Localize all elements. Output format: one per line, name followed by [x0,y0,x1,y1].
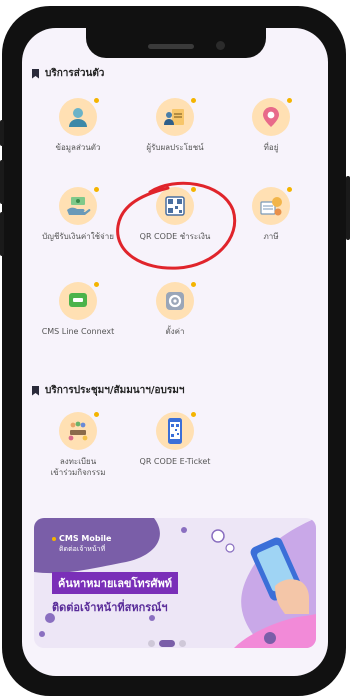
beneficiary-document-icon [156,98,196,136]
app-screen: บริการส่วนตัว ข้อมูลส่วนตัว ผู้รับผลประโ… [22,28,328,676]
line-chat-icon [59,282,99,320]
carousel-dot[interactable] [179,640,186,647]
tile-event-registration-label-line2: เข้าร่วมกิจกรรม [50,468,106,477]
tile-eticket[interactable]: QR CODE E-Ticket [135,412,215,467]
earpiece-speaker [148,44,194,49]
banner-headline-line2: ติดต่อเจ้าหน้าที่สหกรณ์ฯ [52,601,168,614]
tile-personal-info[interactable]: ข้อมูลส่วนตัว [38,98,118,153]
tile-eticket-label: QR CODE E-Ticket [139,457,211,466]
bookmark-icon [32,385,39,396]
tile-event-registration-label: ลงทะเบียน เข้าร่วมกิจกรรม [38,456,118,478]
power-button [346,176,350,240]
banner-headline-line1: ค้นหาหมายเลขโทรศัพท์ [52,572,179,594]
volume-down-button [0,212,4,256]
notch [86,28,266,58]
tile-settings-label: ตั้งค่า [165,327,185,336]
settings-gear-icon [156,282,196,320]
phone-hand-illustration [250,537,309,614]
front-camera [216,41,225,50]
section-meeting-title: บริการประชุมฯ/สัมมนาฯ/อบรมฯ [45,385,185,396]
tile-tax-label: ภาษี [263,232,279,241]
location-pin-icon [252,98,292,136]
carousel-indicator [148,640,186,647]
group-meeting-icon [59,412,99,450]
tile-event-registration-label-line1: ลงทะเบียน [59,457,97,466]
banner-headline: ค้นหาหมายเลขโทรศัพท์ ติดต่อเจ้าหน้าที่สห… [52,572,179,616]
qr-phone-ticket-icon [156,412,196,450]
tile-address-label: ที่อยู่ [263,143,279,152]
qr-payment-icon [156,187,196,225]
tile-tax[interactable]: ภาษี [231,187,311,242]
tile-line-connext[interactable]: CMS Line Connext [38,282,118,337]
section-personal-header: บริการส่วนตัว [32,66,104,81]
tile-qr-payment-label: QR CODE ชำระเงิน [139,232,211,241]
section-meeting-header: บริการประชุมฯ/สัมมนาฯ/อบรมฯ [32,383,184,398]
tile-beneficiary[interactable]: ผู้รับผลประโยชน์ [135,98,215,153]
carousel-dot[interactable] [148,640,155,647]
tile-qr-payment[interactable]: QR CODE ชำระเงิน [135,187,215,242]
tile-event-registration[interactable]: ลงทะเบียน เข้าร่วมกิจกรรม [38,412,118,478]
brand-dot-icon [52,537,56,541]
section-personal-title: บริการส่วนตัว [45,68,105,79]
banner-brand: CMS Mobile [59,534,112,543]
bookmark-icon [32,68,39,79]
tile-bank-account[interactable]: บัญชีรับเงินค่าใช้จ่าย [38,187,118,242]
person-profile-icon [59,98,99,136]
tile-line-connext-label: CMS Line Connext [41,327,115,336]
banner-brand-block: CMS Mobile ติดต่อเจ้าหน้าที่ [52,534,111,554]
carousel-dot-active[interactable] [159,640,175,647]
money-hand-icon [59,187,99,225]
tile-personal-info-label: ข้อมูลส่วนตัว [55,143,101,152]
tax-document-icon [252,187,292,225]
volume-up-button [0,160,4,204]
banner-tagline: ติดต่อเจ้าหน้าที่ [59,545,106,553]
promo-banner[interactable]: CMS Mobile ติดต่อเจ้าหน้าที่ ค้นหาหมายเล… [34,518,316,648]
tile-settings[interactable]: ตั้งค่า [135,282,215,337]
mute-switch [0,120,4,146]
tile-bank-account-label: บัญชีรับเงินค่าใช้จ่าย [42,232,114,241]
tile-beneficiary-label: ผู้รับผลประโยชน์ [146,143,204,152]
tile-address[interactable]: ที่อยู่ [231,98,311,153]
banner-brand-row: CMS Mobile [52,534,111,544]
